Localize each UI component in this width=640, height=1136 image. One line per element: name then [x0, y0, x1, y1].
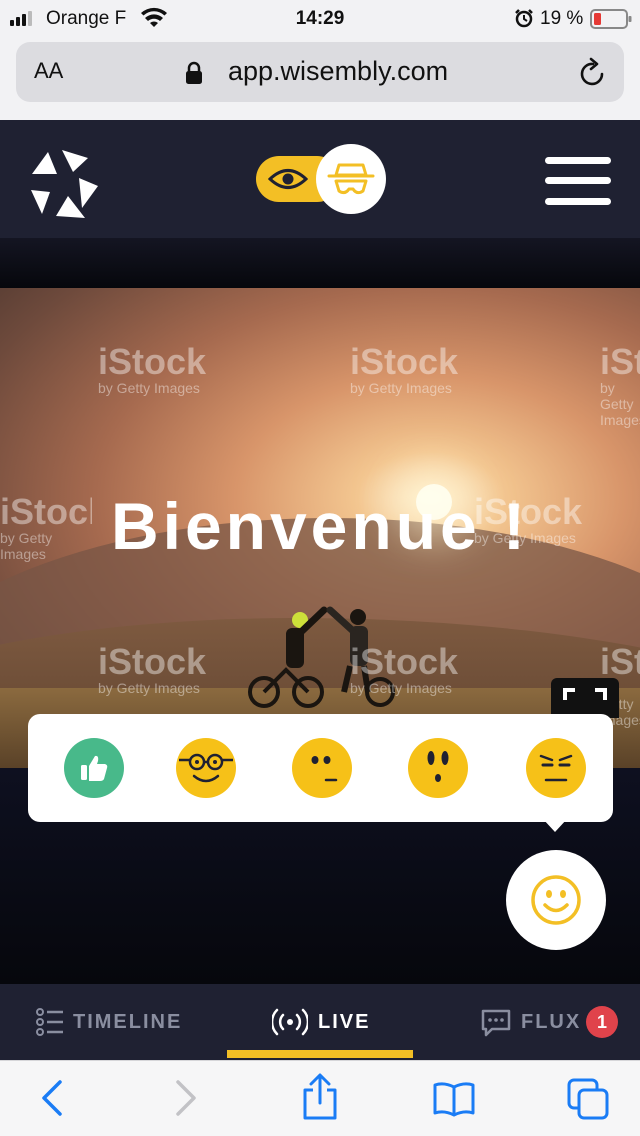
unsure-face-icon — [311, 756, 338, 782]
reload-icon[interactable] — [578, 57, 608, 89]
tab-timeline-label: TIMELINE — [73, 1011, 183, 1033]
istock-watermark: iStockby Getty Images — [600, 344, 640, 428]
istock-watermark: iStockby Getty Images — [98, 641, 207, 697]
reaction-nerd[interactable] — [176, 738, 236, 798]
share-icon[interactable] — [300, 1073, 340, 1121]
flux-count-badge: 1 — [586, 1006, 618, 1038]
smiley-icon — [531, 875, 581, 925]
url-text: app.wisembly.com — [228, 56, 449, 86]
reaction-surprised[interactable] — [408, 738, 468, 798]
back-arrow-icon[interactable] — [40, 1079, 64, 1117]
address-bar[interactable]: AA app.wisembly.com — [16, 42, 624, 102]
istock-watermark: iStockby Getty Images — [98, 341, 207, 397]
reaction-fab-button[interactable] — [506, 850, 606, 950]
tabs-icon[interactable] — [566, 1077, 610, 1121]
forward-arrow-icon[interactable] — [174, 1079, 198, 1117]
tab-live-label: LIVE — [318, 1011, 371, 1033]
lock-icon — [186, 61, 202, 84]
active-tab-indicator — [227, 1050, 413, 1058]
text-size-button[interactable]: AA — [34, 58, 63, 84]
hamburger-icon — [545, 157, 611, 164]
hamburger-icon — [545, 198, 611, 205]
surprised-face-icon — [427, 751, 449, 782]
istock-watermark: iStockby Getty Images — [350, 641, 459, 697]
hamburger-icon — [545, 177, 611, 184]
incognito-icon — [327, 163, 375, 195]
browser-toolbar — [0, 1060, 640, 1136]
bottom-tab-bar: TIMELINE LIVE FLUX 1 — [0, 984, 640, 1060]
wisembly-logo-icon[interactable] — [28, 148, 98, 220]
fullscreen-button[interactable] — [551, 678, 619, 718]
welcome-title: Bienvenue ! — [110, 489, 530, 563]
chat-icon — [481, 1009, 511, 1037]
reaction-unsure[interactable] — [292, 738, 352, 798]
incognito-toggle-knob[interactable] — [316, 144, 386, 214]
fullscreen-icon — [563, 688, 607, 700]
status-bar: Orange F 14:29 19 % — [0, 0, 640, 40]
battery-icon — [590, 9, 632, 29]
alarm-icon — [515, 9, 533, 28]
bookmarks-icon[interactable] — [432, 1081, 476, 1117]
popup-caret — [543, 819, 567, 832]
reaction-thumbs-up[interactable] — [64, 738, 124, 798]
broadcast-icon — [272, 1008, 308, 1036]
reaction-angry[interactable] — [526, 738, 586, 798]
app-header — [0, 120, 640, 238]
reaction-picker — [28, 714, 613, 832]
header-shadow — [0, 238, 640, 288]
angry-face-icon — [539, 754, 573, 782]
browser-address-area: AA app.wisembly.com — [0, 40, 640, 120]
eye-icon — [268, 169, 308, 189]
timeline-icon — [36, 1008, 63, 1036]
battery-percent: 19 % — [540, 8, 584, 29]
istock-watermark: iStockby Getty Images — [350, 341, 459, 397]
nerd-face-icon — [179, 753, 233, 783]
tab-flux-label: FLUX — [521, 1011, 582, 1033]
thumbs-up-icon — [81, 755, 108, 781]
